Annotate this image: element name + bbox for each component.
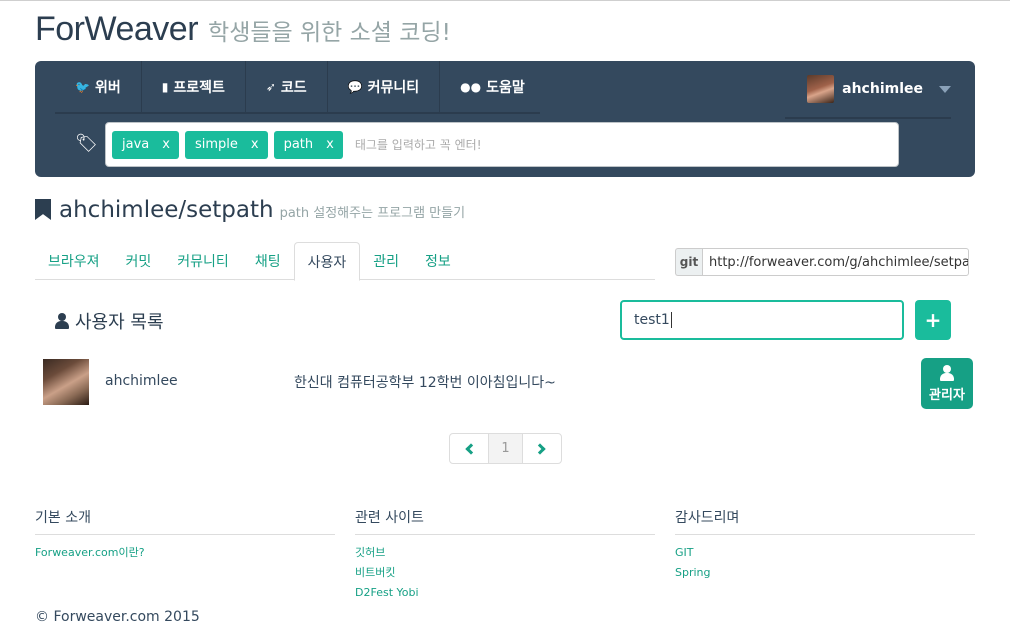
footer-column-intro: 기본 소개 Forweaver.com이란?: [35, 507, 335, 563]
project-tabs: 브라우져 커밋 커뮤니티 채팅 사용자 관리 정보: [35, 242, 655, 281]
avatar: [807, 75, 835, 103]
footer-link[interactable]: GIT: [675, 543, 975, 563]
user-row-name[interactable]: ahchimlee: [105, 373, 178, 389]
tab-community[interactable]: 커뮤니티: [164, 242, 242, 280]
nav-item-project[interactable]: ▮ 프로젝트: [142, 61, 246, 113]
nav-item-help[interactable]: ●● 도움말: [440, 61, 545, 113]
text-cursor: [670, 312, 672, 328]
nav-divider: [55, 112, 540, 114]
tag-chip: simple x: [184, 130, 268, 159]
footer-heading: 감사드리며: [675, 507, 975, 535]
tag-label: simple: [194, 137, 238, 152]
copyright: © Forweaver.com 2015: [35, 609, 200, 625]
nav-item-label: 커뮤니티: [367, 80, 420, 96]
git-url-group: git http://forweaver.com/g/ahchimlee/set…: [675, 248, 969, 276]
nav-item-weaver[interactable]: 🐦 위버: [55, 61, 142, 113]
bookmark-icon: ▮: [161, 80, 169, 94]
nav-item-label: 프로젝트: [173, 80, 225, 96]
tag-remove-button[interactable]: x: [251, 137, 259, 152]
tab-users[interactable]: 사용자: [293, 242, 361, 281]
nav-item-community[interactable]: 💬 커뮤니티: [328, 61, 441, 113]
footer-link[interactable]: Spring: [675, 563, 975, 583]
caret-down-icon: [939, 85, 951, 93]
top-border: [0, 0, 1010, 1]
footer-column-sites: 관련 사이트 깃허브 비트버킷 D2Fest Yobi: [355, 507, 655, 603]
add-user-button[interactable]: +: [915, 300, 951, 340]
tag-input-placeholder: 태그를 입력하고 꼭 엔터!: [354, 138, 482, 152]
footer-heading: 관련 사이트: [355, 507, 655, 535]
user-list-title-text: 사용자 목록: [75, 312, 164, 333]
nav-menu: 🐦 위버 ▮ 프로젝트 ➶ 코드 💬 커뮤니티 ●● 도움말: [55, 61, 545, 113]
tab-commit[interactable]: 커밋: [113, 242, 165, 280]
tag-remove-button[interactable]: x: [326, 137, 334, 152]
user-name: ahchimlee: [842, 81, 923, 97]
user-list-title: 사용자 목록: [55, 308, 164, 334]
chevron-left-icon: [465, 442, 477, 455]
site-header: ForWeaver 학생들을 위한 소셜 코딩!: [35, 10, 451, 49]
main-navbar: 🐦 위버 ▮ 프로젝트 ➶ 코드 💬 커뮤니티 ●● 도움말 ahchimlee…: [35, 61, 975, 177]
tab-info[interactable]: 정보: [412, 242, 464, 280]
footer-link[interactable]: 깃허브: [355, 543, 655, 563]
tag-chip: path x: [273, 130, 343, 159]
git-label: git: [675, 248, 702, 276]
tags-icon: 🏷: [75, 133, 98, 154]
tag-input[interactable]: java x simple x path x 태그를 입력하고 꼭 엔터!: [105, 122, 899, 167]
user-icon: [940, 364, 954, 381]
comments-icon: 💬: [347, 80, 363, 94]
avatar[interactable]: [43, 359, 89, 405]
add-user-input[interactable]: test1: [620, 300, 904, 340]
bookmark-icon: [35, 199, 51, 220]
tab-browser[interactable]: 브라우져: [35, 242, 113, 280]
project-description: path 설정해주는 프로그램 만들기: [279, 206, 466, 221]
brand-tagline: 학생들을 위한 소셜 코딩!: [208, 20, 451, 46]
footer-heading: 기본 소개: [35, 507, 335, 535]
page-number[interactable]: 1: [488, 434, 523, 463]
project-title[interactable]: ahchimlee/setpath: [59, 197, 274, 223]
user-menu-toggle[interactable]: ahchimlee: [785, 61, 951, 119]
nav-item-label: 도움말: [486, 80, 525, 96]
chevron-right-icon: [534, 442, 546, 455]
nav-item-label: 코드: [280, 80, 307, 96]
project-header: ahchimlee/setpath path 설정해주는 프로그램 만들기: [35, 196, 465, 223]
user-row-description: 한신대 컴퓨터공학부 12학번 이아침입니다~: [294, 375, 556, 391]
prev-page-button[interactable]: [450, 434, 488, 463]
tag-remove-button[interactable]: x: [162, 137, 170, 152]
admin-role-button[interactable]: 관리자: [921, 358, 973, 409]
tag-label: path: [283, 137, 314, 152]
tab-manage[interactable]: 관리: [360, 242, 412, 280]
footer-column-thanks: 감사드리며 GIT Spring: [675, 507, 975, 583]
footer-link[interactable]: Forweaver.com이란?: [35, 543, 335, 563]
nav-item-code[interactable]: ➶ 코드: [246, 61, 328, 113]
footer-link[interactable]: D2Fest Yobi: [355, 583, 655, 603]
nav-item-label: 위버: [94, 80, 121, 96]
footer-link[interactable]: 비트버킷: [355, 563, 655, 583]
admin-role-label: 관리자: [929, 387, 965, 403]
tag-label: java: [122, 137, 150, 152]
tag-chip: java x: [112, 130, 179, 159]
twitter-icon: 🐦: [75, 80, 90, 94]
add-user-input-value: test1: [634, 312, 670, 328]
user-icon: [55, 313, 69, 329]
pagination: 1: [449, 433, 562, 464]
rocket-icon: ➶: [265, 80, 276, 94]
git-url-field[interactable]: http://forweaver.com/g/ahchimlee/setpath…: [702, 248, 969, 276]
tab-chat[interactable]: 채팅: [242, 242, 294, 280]
next-page-button[interactable]: [523, 434, 561, 463]
brand-logo-text[interactable]: ForWeaver: [35, 10, 199, 49]
flickr-icon: ●●: [460, 80, 482, 94]
